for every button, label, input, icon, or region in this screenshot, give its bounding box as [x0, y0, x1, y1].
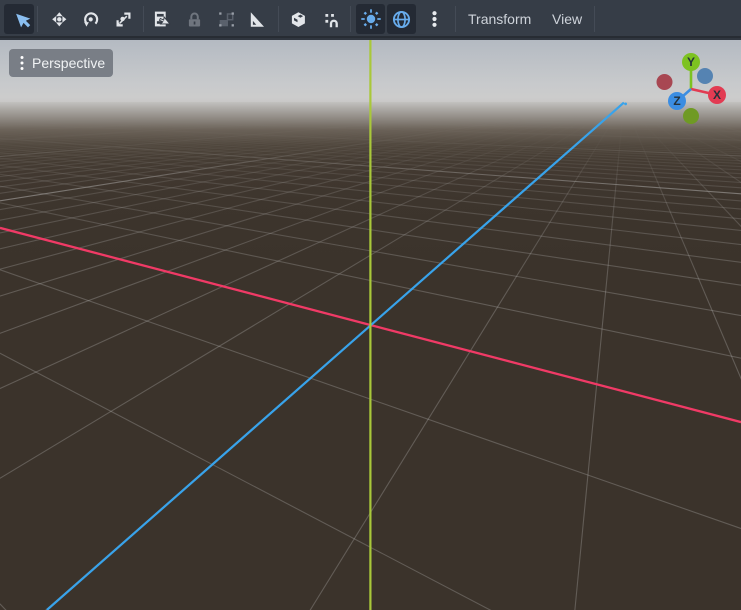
svg-text:Y: Y	[687, 55, 695, 69]
svg-text:Z: Z	[673, 94, 680, 108]
svg-text:X: X	[713, 88, 721, 102]
